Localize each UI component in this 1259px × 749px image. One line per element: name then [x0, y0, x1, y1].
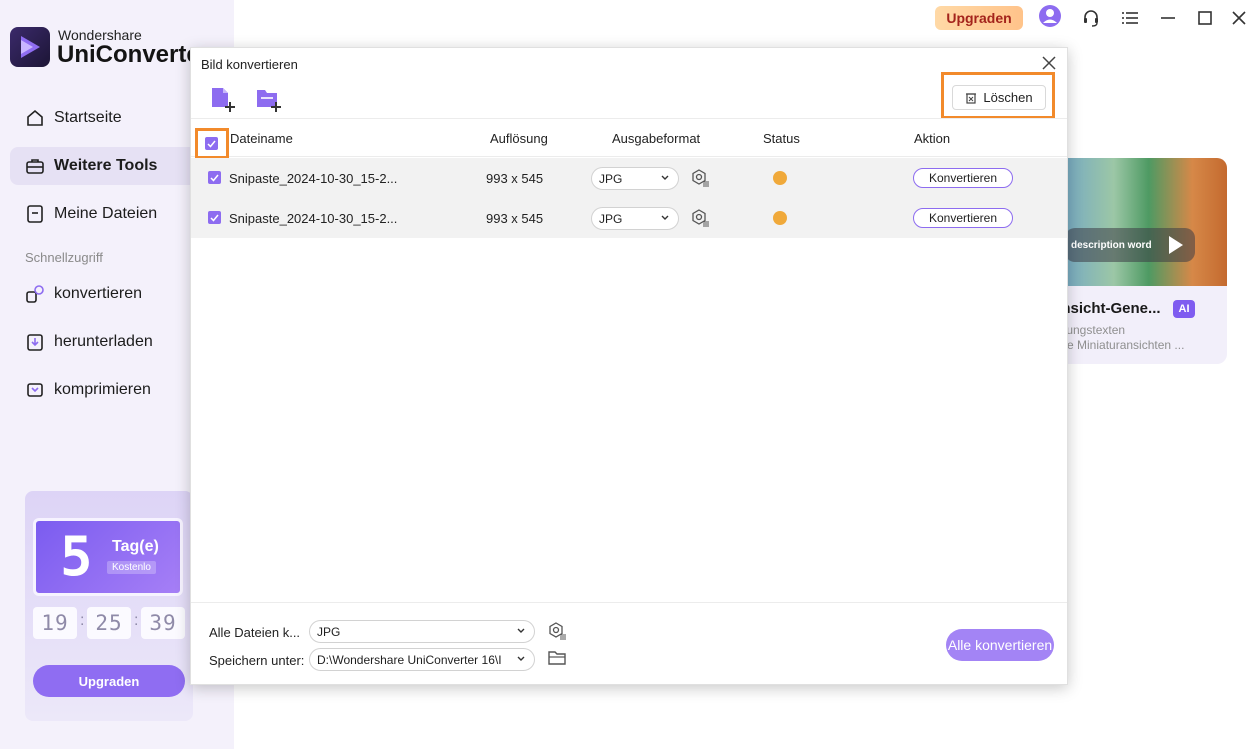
- sidebar-item-label: herunterladen: [54, 333, 153, 350]
- delete-button[interactable]: Löschen: [952, 85, 1046, 110]
- row-checkbox[interactable]: [208, 211, 221, 224]
- card-subtitle: erte Miniaturansichten ...: [1053, 338, 1185, 352]
- brand-main: UniConverter: [57, 41, 197, 68]
- select-all-checkbox[interactable]: [205, 137, 218, 150]
- close-icon[interactable]: [1041, 55, 1057, 71]
- quick-access-label: Schnellzugriff: [25, 250, 103, 265]
- promo-upgrade-button[interactable]: Upgraden: [33, 665, 185, 697]
- convert-all-button[interactable]: Alle konvertieren: [946, 629, 1054, 661]
- sidebar-item-label: Startseite: [54, 109, 122, 126]
- table-row: Snipaste_2024-10-30_15-2... 993 x 545 JP…: [191, 158, 1067, 198]
- chevron-down-icon: [517, 656, 525, 661]
- chevron-down-icon: [517, 628, 525, 633]
- select-all-highlight: [195, 128, 229, 159]
- folder-icon[interactable]: [547, 649, 567, 669]
- ai-thumbnail-image: description word: [1053, 158, 1227, 286]
- table-header: Dateiname Auflösung Ausgabeformat Status…: [191, 118, 1067, 159]
- save-location-label: Speichern unter:: [209, 653, 305, 668]
- card-title: ansicht-Gene...: [1053, 300, 1161, 317]
- settings-icon[interactable]: [690, 168, 710, 188]
- timer-minutes: 25: [87, 607, 131, 639]
- add-file-icon[interactable]: [209, 85, 237, 113]
- sidebar-item-label: komprimieren: [54, 381, 151, 398]
- footer-divider: [191, 602, 1067, 603]
- toolbox-icon: [24, 155, 46, 177]
- add-folder-icon[interactable]: [254, 85, 282, 113]
- column-header-action: Aktion: [914, 131, 951, 146]
- format-select[interactable]: JPG: [591, 167, 679, 190]
- row-checkbox[interactable]: [208, 171, 221, 184]
- menu-icon[interactable]: [1119, 8, 1141, 28]
- status-pending-icon: [773, 171, 787, 185]
- convert-button[interactable]: Konvertieren: [913, 208, 1013, 228]
- table-row: Snipaste_2024-10-30_15-2... 993 x 545 JP…: [191, 198, 1067, 238]
- timer-colon: :: [134, 612, 139, 629]
- sidebar-item-label: konvertieren: [54, 285, 143, 302]
- convert-button[interactable]: Konvertieren: [913, 168, 1013, 188]
- file-name: Snipaste_2024-10-30_15-2...: [229, 211, 398, 226]
- minimize-icon[interactable]: [1157, 8, 1179, 28]
- image-convert-dialog: Bild konvertieren Löschen Dateiname Aufl…: [190, 47, 1068, 685]
- trial-days-card: 5 Tag(e) Kostenlo: [33, 518, 183, 596]
- save-location-value: D:\Wondershare UniConverter 16\I: [317, 652, 502, 667]
- headset-icon[interactable]: [1080, 8, 1102, 28]
- save-location-select[interactable]: D:\Wondershare UniConverter 16\I: [309, 648, 535, 671]
- column-header-status: Status: [763, 131, 800, 146]
- upgrade-button[interactable]: Upgraden: [935, 6, 1023, 30]
- download-icon: [24, 331, 46, 353]
- description-pill: description word: [1065, 228, 1195, 262]
- column-header-format: Ausgabeformat: [612, 131, 701, 146]
- maximize-icon[interactable]: [1194, 8, 1216, 28]
- description-pill-text: description word: [1071, 239, 1152, 251]
- trial-days-label: Tag(e): [112, 538, 159, 555]
- settings-icon[interactable]: [690, 208, 710, 228]
- delete-button-label: Löschen: [983, 90, 1033, 105]
- close-window-icon[interactable]: [1228, 8, 1250, 28]
- ai-badge: AI: [1173, 300, 1195, 318]
- timer-seconds: 39: [141, 607, 185, 639]
- avatar-icon[interactable]: [1039, 5, 1061, 27]
- chevron-down-icon: [661, 215, 669, 220]
- trial-days-count: 5: [60, 525, 93, 588]
- home-icon: [24, 107, 46, 129]
- file-icon: [24, 203, 46, 225]
- settings-icon[interactable]: [547, 621, 567, 641]
- format-select[interactable]: JPG: [591, 207, 679, 230]
- play-icon: [1169, 236, 1183, 254]
- status-pending-icon: [773, 211, 787, 225]
- all-files-label: Alle Dateien k...: [209, 625, 301, 640]
- file-resolution: 993 x 545: [486, 171, 544, 186]
- convert-icon: [24, 283, 46, 305]
- app-logo: [10, 27, 50, 67]
- ai-thumbnail-card[interactable]: description word ansicht-Gene... AI leru…: [1053, 158, 1227, 364]
- column-header-resolution: Auflösung: [490, 131, 548, 146]
- format-select-value: JPG: [599, 211, 623, 226]
- all-files-format-select[interactable]: JPG: [309, 620, 535, 643]
- sidebar-item-label: Weitere Tools: [54, 157, 158, 174]
- compress-icon: [24, 379, 46, 401]
- trial-promo: 5 Tag(e) Kostenlo 19 : 25 : 39 Upgraden: [25, 491, 193, 721]
- dialog-title: Bild konvertieren: [201, 57, 298, 72]
- all-files-format-value: JPG: [317, 624, 341, 639]
- sidebar-item-label: Meine Dateien: [54, 205, 158, 222]
- delete-highlight: Löschen: [941, 72, 1055, 119]
- column-header-name: Dateiname: [230, 131, 293, 146]
- file-name: Snipaste_2024-10-30_15-2...: [229, 171, 398, 186]
- timer-hours: 19: [33, 607, 77, 639]
- file-resolution: 993 x 545: [486, 211, 544, 226]
- chevron-down-icon: [661, 175, 669, 180]
- trial-free-label: Kostenlo: [107, 561, 156, 574]
- timer-colon: :: [80, 612, 85, 629]
- format-select-value: JPG: [599, 171, 623, 186]
- trash-icon: [966, 93, 977, 104]
